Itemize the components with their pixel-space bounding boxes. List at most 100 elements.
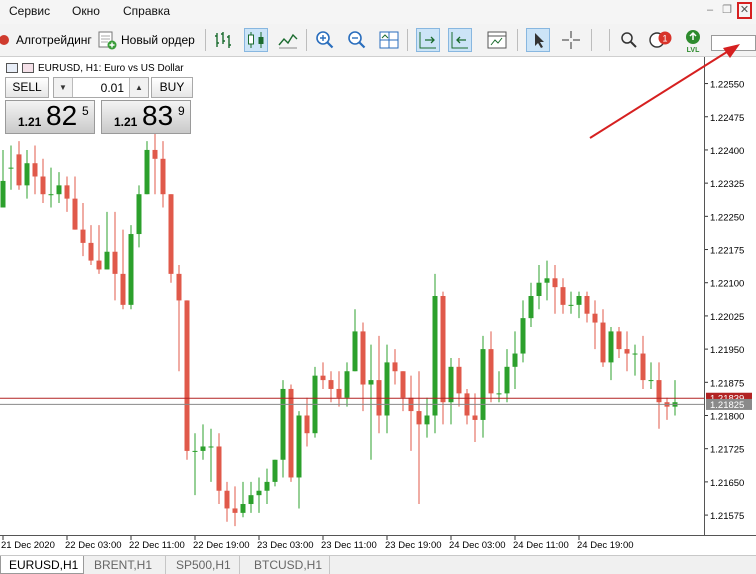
tab-label: SP500,H1 xyxy=(176,558,231,572)
candle-body xyxy=(656,380,662,403)
buy-quote-prefix: 1.21 xyxy=(114,115,138,129)
lot-decrease-icon[interactable]: ▼ xyxy=(54,78,73,97)
time-tick-label: 24 Dec 19:00 xyxy=(577,540,634,551)
time-ticks: 21 Dec 2020 22 Dec 03:00 22 Dec 11:00 22 De… xyxy=(1,536,634,551)
candle-body xyxy=(208,446,214,448)
candle-body xyxy=(424,415,430,425)
price-tick-label: 1.21650 xyxy=(710,478,744,489)
bar-chart-icon[interactable] xyxy=(212,28,236,52)
buy-button[interactable]: BUY xyxy=(151,77,193,98)
symbol-flag-icon xyxy=(22,63,34,73)
tab-sp500[interactable]: SP500,H1 xyxy=(168,556,240,574)
price-tick-label: 1.21800 xyxy=(710,412,744,423)
price-tags: 1.218391.21825 xyxy=(706,392,752,411)
tab-label: BRENT,H1 xyxy=(94,558,153,572)
chart-shift-icon[interactable] xyxy=(416,28,440,52)
menu-service[interactable]: Сервис xyxy=(9,4,50,18)
candle-body xyxy=(112,251,118,274)
lot-increase-icon[interactable]: ▲ xyxy=(129,78,148,97)
candle-body xyxy=(456,366,462,394)
time-tick-label: 23 Dec 19:00 xyxy=(385,540,442,551)
tab-btcusd[interactable]: BTCUSD,H1 xyxy=(246,556,330,574)
candle-body xyxy=(392,362,398,372)
candle-body xyxy=(336,388,342,398)
menu-window[interactable]: Окно xyxy=(72,4,100,18)
one-click-trading-panel: SELL ▼ 0.01 ▲ BUY 1.21 82 5 1.21 83 9 xyxy=(5,77,193,134)
candle-body xyxy=(8,167,14,169)
candle-body xyxy=(432,296,438,416)
sell-button[interactable]: SELL xyxy=(5,77,49,98)
candle-body xyxy=(296,415,302,478)
candle-body xyxy=(72,198,78,230)
cursor-icon[interactable] xyxy=(526,28,550,52)
restore-button[interactable]: ❐ xyxy=(720,3,734,17)
zoom-in-icon[interactable] xyxy=(313,28,337,52)
price-tick-label: 1.22100 xyxy=(710,279,744,290)
new-order-button[interactable]: Новый ордер xyxy=(97,27,200,53)
candle-body xyxy=(200,446,206,451)
candle-body xyxy=(600,322,606,363)
candle-body xyxy=(80,229,86,243)
candlestick-chart-icon[interactable] xyxy=(244,28,268,52)
zoom-out-icon[interactable] xyxy=(345,28,369,52)
candles-group xyxy=(0,123,678,527)
time-scale: 21 Dec 2020 22 Dec 03:00 22 Dec 11:00 22 De… xyxy=(0,535,756,556)
price-tick-label: 1.22175 xyxy=(710,246,744,257)
sell-quote[interactable]: 1.21 82 5 xyxy=(5,100,95,134)
candle-body xyxy=(32,163,38,177)
minimize-button[interactable]: – xyxy=(703,3,717,17)
candle-body xyxy=(480,349,486,420)
tab-label: EURUSD,H1 xyxy=(9,558,79,572)
time-tick-label: 23 Dec 03:00 xyxy=(257,540,314,551)
templates-icon[interactable] xyxy=(485,28,509,52)
autoscroll-icon[interactable] xyxy=(448,28,472,52)
tile-windows-icon[interactable] xyxy=(377,28,401,52)
tab-eurusd[interactable]: EURUSD,H1 xyxy=(0,556,84,574)
candle-body xyxy=(88,242,94,261)
tab-brent[interactable]: BRENT,H1 xyxy=(86,556,166,574)
candle-body xyxy=(280,388,286,460)
toolbar-separator xyxy=(517,29,518,51)
candle-body xyxy=(232,508,238,513)
line-chart-icon[interactable] xyxy=(276,28,300,52)
menu-help[interactable]: Справка xyxy=(123,4,170,18)
candle-body xyxy=(96,260,102,270)
candle-body xyxy=(264,481,270,491)
candle-body xyxy=(160,158,166,195)
buy-quote-pips: 83 xyxy=(142,100,174,131)
candle-body xyxy=(528,296,534,319)
candle-body xyxy=(512,353,518,367)
candle-body xyxy=(496,393,502,395)
annotation-arrow xyxy=(589,44,740,139)
tab-label: BTCUSD,H1 xyxy=(254,558,323,572)
candle-body xyxy=(224,490,230,509)
close-chart-button[interactable]: ✕ xyxy=(737,2,752,19)
candle-body xyxy=(368,380,374,385)
candle-body xyxy=(384,362,390,416)
lot-size-field[interactable]: ▼ 0.01 ▲ xyxy=(53,77,149,98)
candle-body xyxy=(584,296,590,314)
price-tick-label: 1.22250 xyxy=(710,212,744,223)
chart-title-text: EURUSD, H1: Euro vs US Dollar xyxy=(38,62,184,74)
candle-body xyxy=(184,300,190,451)
candle-body xyxy=(40,176,46,195)
candle-body xyxy=(48,194,54,196)
candle-body xyxy=(120,273,126,305)
candle-body xyxy=(256,490,262,496)
buy-quote[interactable]: 1.21 83 9 xyxy=(101,100,191,134)
candle-body xyxy=(288,388,294,478)
candle-body xyxy=(440,296,446,403)
candle-body xyxy=(104,251,110,270)
candle-body xyxy=(24,163,30,186)
time-tick-label: 24 Dec 03:00 xyxy=(449,540,506,551)
algo-trading-button[interactable]: Алготрейдинг xyxy=(0,27,92,53)
buy-quote-point: 9 xyxy=(178,104,185,118)
candle-body xyxy=(216,446,222,491)
candle-body xyxy=(400,371,406,398)
candle-body xyxy=(352,331,358,372)
lot-size-value: 0.01 xyxy=(100,81,124,95)
time-tick-label: 23 Dec 11:00 xyxy=(321,540,377,551)
chart-title: EURUSD, H1: Euro vs US Dollar xyxy=(6,61,184,75)
candle-body xyxy=(592,313,598,323)
candle-body xyxy=(344,371,350,398)
